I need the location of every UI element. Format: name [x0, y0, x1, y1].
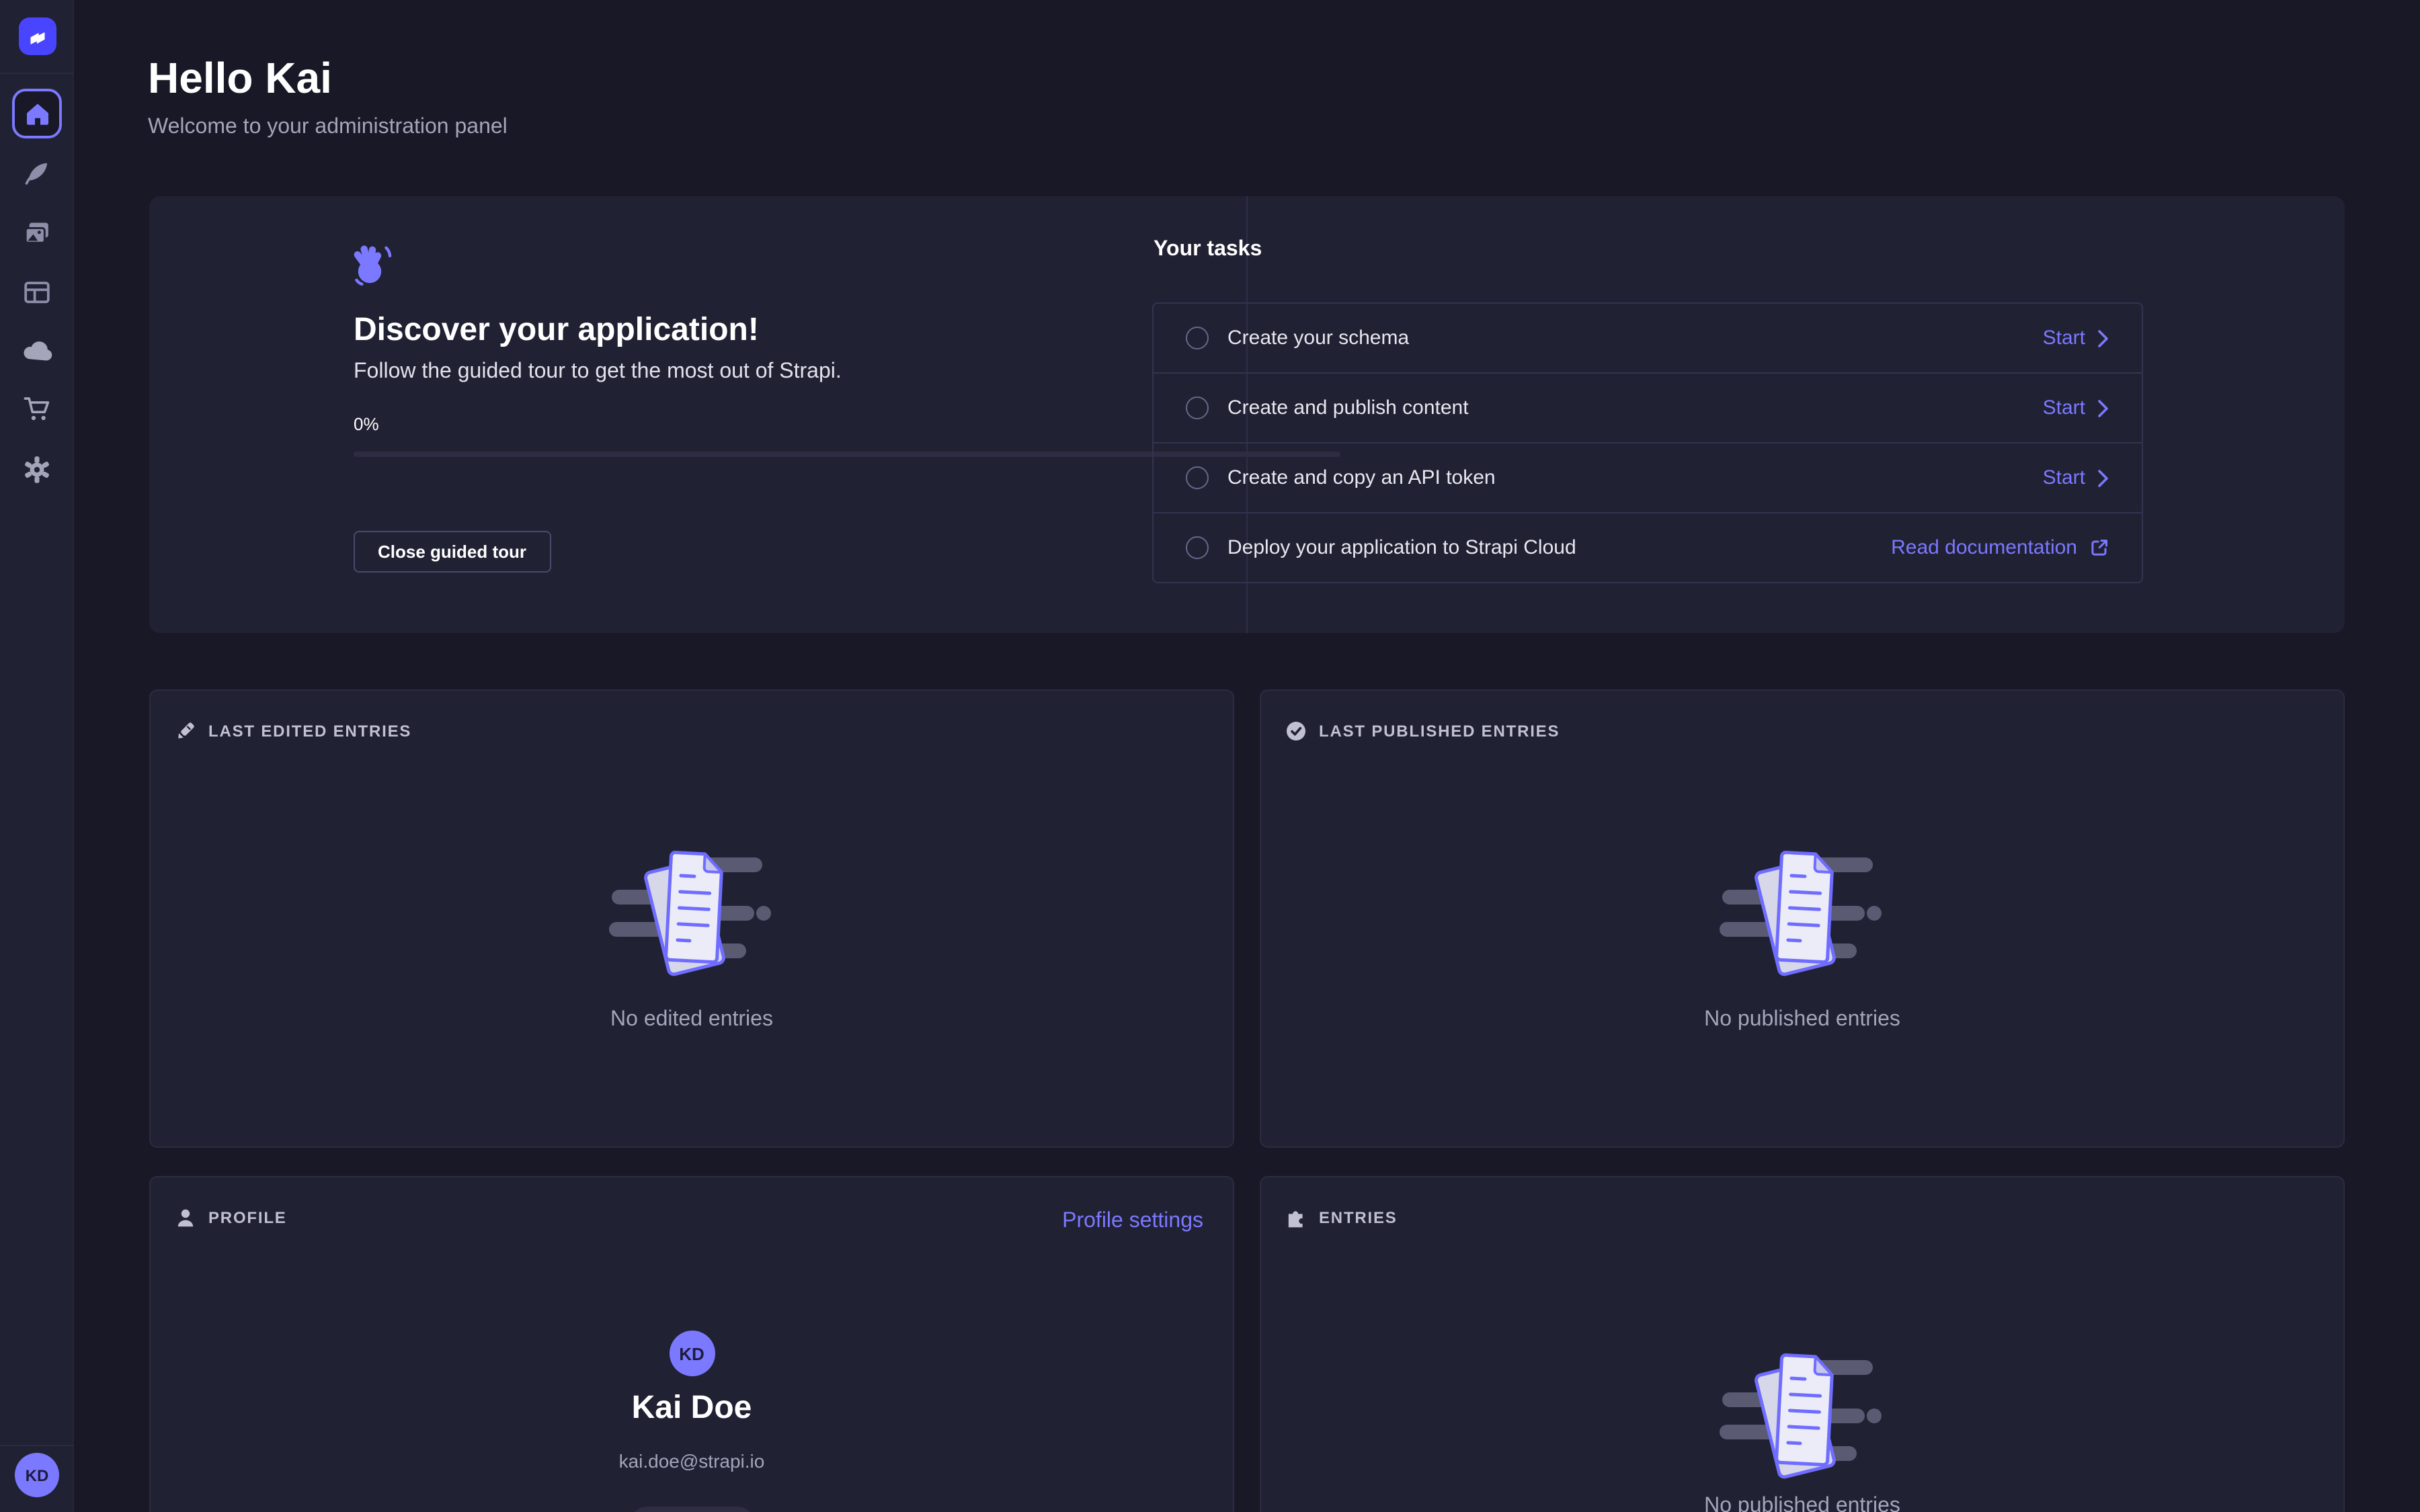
pencil-icon: [175, 720, 196, 742]
widget-header: ENTRIES: [1285, 1207, 1398, 1228]
task-status-circle[interactable]: [1186, 396, 1209, 419]
puzzle-icon: [1285, 1207, 1307, 1228]
cart-icon: [23, 394, 51, 423]
admin-dashboard: KD Hello Kai Welcome to your administrat…: [0, 0, 2420, 1512]
page-subtitle: Welcome to your administration panel: [148, 116, 508, 140]
empty-state-text: No published entries: [1261, 1495, 2343, 1512]
sidebar-item-cloud[interactable]: [0, 329, 74, 370]
sidebar-user-initials: KD: [26, 1466, 49, 1484]
task-label: Create your schema: [1227, 327, 2043, 349]
profile-avatar: KD: [669, 1331, 715, 1376]
person-icon: [175, 1207, 196, 1228]
profile-settings-link[interactable]: Profile settings: [1062, 1210, 1203, 1234]
task-start-link[interactable]: Start: [2043, 466, 2109, 489]
cloud-icon: [22, 335, 52, 364]
guided-tour-title: Discover your application!: [354, 312, 759, 349]
chevron-right-icon: [2097, 329, 2109, 347]
task-label: Create and copy an API token: [1227, 466, 2043, 489]
sidebar-item-content-type-builder[interactable]: [0, 271, 74, 312]
task-start-link[interactable]: Start: [2043, 396, 2109, 419]
gear-icon: [23, 455, 51, 483]
widget-title: LAST EDITED ENTRIES: [208, 722, 411, 741]
last-edited-entries-widget: LAST EDITED ENTRIES: [149, 689, 1234, 1148]
profile-role-badge: [629, 1507, 754, 1512]
widget-header: LAST EDITED ENTRIES: [175, 720, 411, 742]
profile-name: Kai Doe: [151, 1390, 1233, 1427]
strapi-logo-icon: [26, 24, 50, 48]
widget-title: ENTRIES: [1319, 1208, 1398, 1227]
sidebar-item-content-manager[interactable]: [0, 152, 74, 192]
widget-header: LAST PUBLISHED ENTRIES: [1285, 720, 1560, 742]
wave-hand-icon: [352, 243, 393, 293]
sidebar: KD: [0, 0, 74, 1512]
tasks-heading: Your tasks: [1154, 238, 1262, 262]
external-link-icon: [2089, 538, 2109, 558]
task-status-circle[interactable]: [1186, 536, 1209, 559]
task-status-circle[interactable]: [1186, 466, 1209, 489]
entries-widget: ENTRIES: [1260, 1176, 2345, 1512]
task-row-create-api-token: Create and copy an API token Start: [1154, 442, 2142, 512]
read-documentation-link[interactable]: Read documentation: [1891, 536, 2109, 559]
task-label: Create and publish content: [1227, 396, 2043, 419]
widget-title: LAST PUBLISHED ENTRIES: [1319, 722, 1560, 741]
chevron-right-icon: [2097, 468, 2109, 487]
check-circle-icon: [1285, 720, 1307, 742]
task-action-label: Start: [2043, 396, 2085, 419]
feather-icon: [23, 158, 51, 186]
sidebar-item-home[interactable]: [12, 89, 62, 138]
task-row-create-publish-content: Create and publish content Start: [1154, 372, 2142, 442]
sidebar-item-settings[interactable]: [0, 449, 74, 489]
profile-initials: KD: [679, 1343, 704, 1363]
profile-email: kai.doe@strapi.io: [151, 1450, 1233, 1472]
chevron-right-icon: [2097, 398, 2109, 417]
task-action-label: Start: [2043, 466, 2085, 489]
strapi-logo: [19, 17, 56, 55]
last-published-entries-widget: LAST PUBLISHED ENTRIES: [1260, 689, 2345, 1148]
task-label: Deploy your application to Strapi Cloud: [1227, 536, 1891, 559]
guided-tour-progress-label: 0%: [354, 414, 379, 434]
page-title: Hello Kai: [148, 54, 332, 103]
task-action-label: Start: [2043, 327, 2085, 349]
empty-documents-illustration: [1719, 1344, 1886, 1496]
empty-state-text: No edited entries: [151, 1008, 1233, 1032]
home-icon: [25, 101, 49, 126]
sidebar-bottom-divider: [0, 1445, 74, 1446]
sidebar-divider: [0, 73, 74, 74]
empty-documents-illustration: [608, 841, 775, 993]
widget-title: PROFILE: [208, 1208, 287, 1227]
layout-icon: [23, 278, 51, 306]
task-status-circle[interactable]: [1186, 327, 1209, 349]
tasks-list: Create your schema Start Create and publ…: [1152, 302, 2143, 583]
empty-state-text: No published entries: [1261, 1008, 2343, 1032]
task-action-label: Read documentation: [1891, 536, 2077, 559]
task-start-link[interactable]: Start: [2043, 327, 2109, 349]
sidebar-item-marketplace[interactable]: [0, 388, 74, 429]
guided-tour-subtitle: Follow the guided tour to get the most o…: [354, 360, 842, 384]
widget-header: PROFILE: [175, 1207, 287, 1228]
empty-documents-illustration: [1719, 841, 1886, 993]
close-guided-tour-button[interactable]: Close guided tour: [354, 531, 551, 573]
sidebar-user-avatar[interactable]: KD: [15, 1453, 59, 1497]
images-icon: [23, 218, 51, 247]
task-row-create-schema: Create your schema Start: [1154, 304, 2142, 372]
profile-widget: PROFILE Profile settings KD Kai Doe kai.…: [149, 1176, 1234, 1512]
guided-tour-card: Discover your application! Follow the gu…: [149, 196, 2345, 633]
task-row-deploy-cloud: Deploy your application to Strapi Cloud …: [1154, 512, 2142, 582]
sidebar-item-media-library[interactable]: [0, 212, 74, 253]
